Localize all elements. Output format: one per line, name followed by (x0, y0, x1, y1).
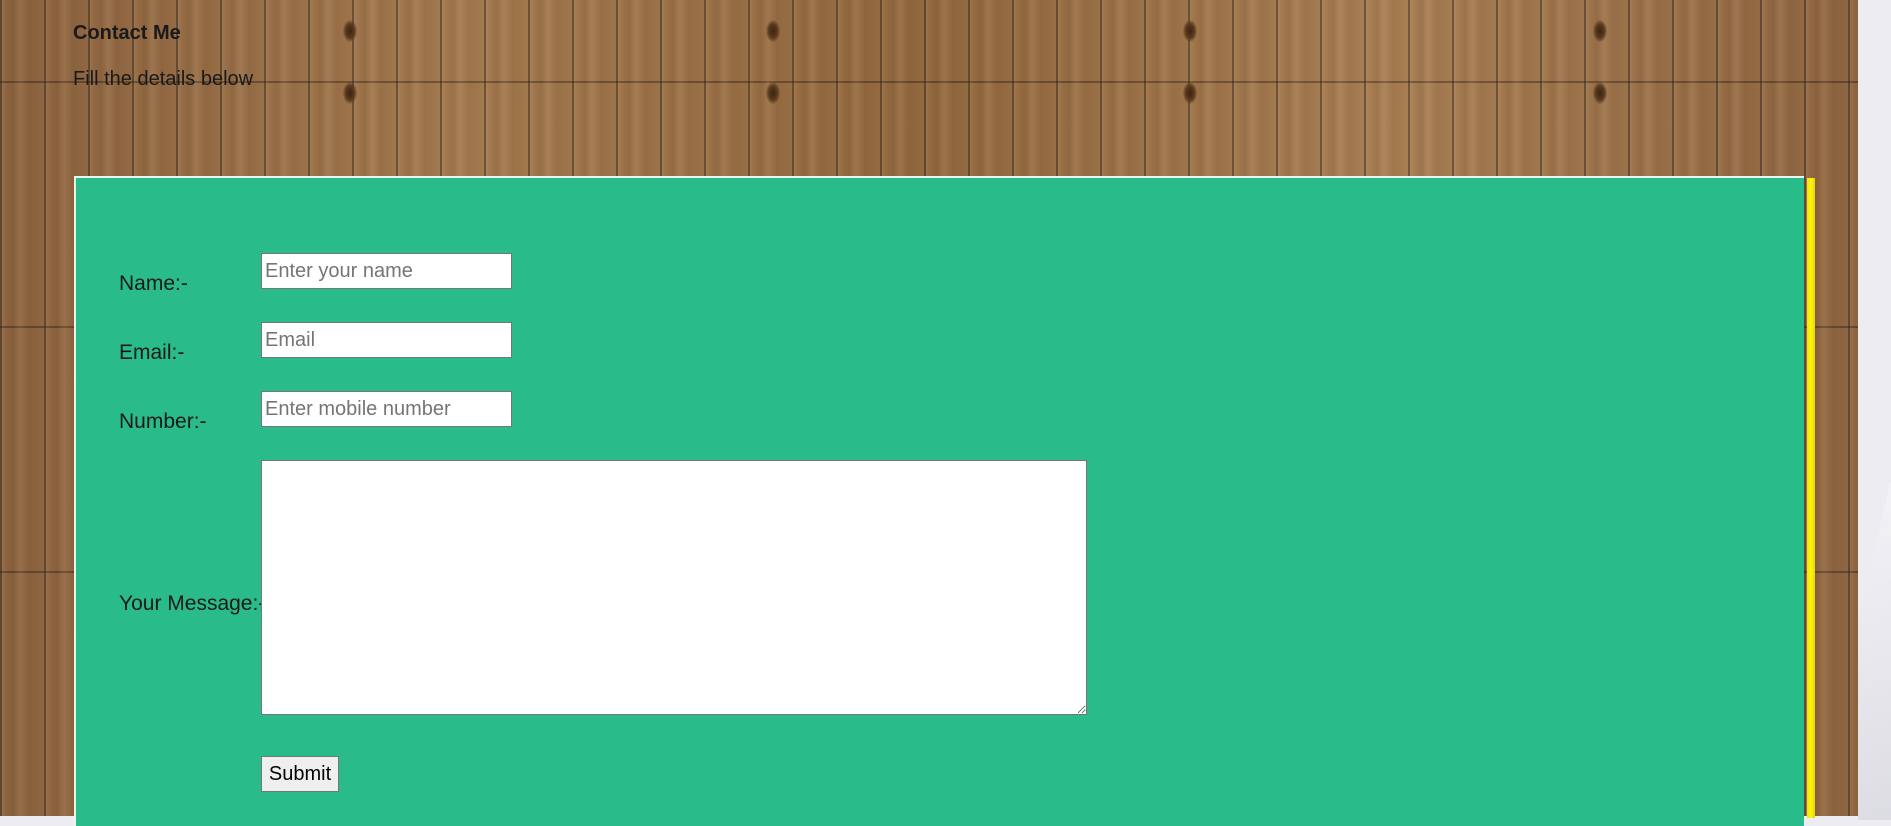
number-label: Number:- (119, 410, 207, 433)
email-input[interactable] (261, 322, 512, 358)
wood-knot (1593, 20, 1607, 42)
wood-knot (343, 82, 357, 104)
wood-knot (1183, 20, 1197, 42)
wood-knot (343, 20, 357, 42)
submit-button[interactable]: Submit (261, 756, 339, 792)
page-subtitle: Fill the details below (73, 68, 254, 90)
message-textarea[interactable] (261, 460, 1087, 715)
panel-accent-edge (1807, 178, 1815, 818)
wood-knot (766, 20, 780, 42)
email-label: Email:- (119, 341, 185, 364)
number-input[interactable] (261, 391, 512, 427)
wood-knot (1183, 82, 1197, 104)
name-input[interactable] (261, 253, 512, 289)
page-corner-decoration (1858, 480, 1891, 820)
wood-knot (766, 82, 780, 104)
wood-knot (1593, 82, 1607, 104)
name-label: Name:- (119, 272, 188, 295)
page-title: Contact Me (73, 22, 181, 44)
message-label: Your Message:- (119, 592, 266, 615)
